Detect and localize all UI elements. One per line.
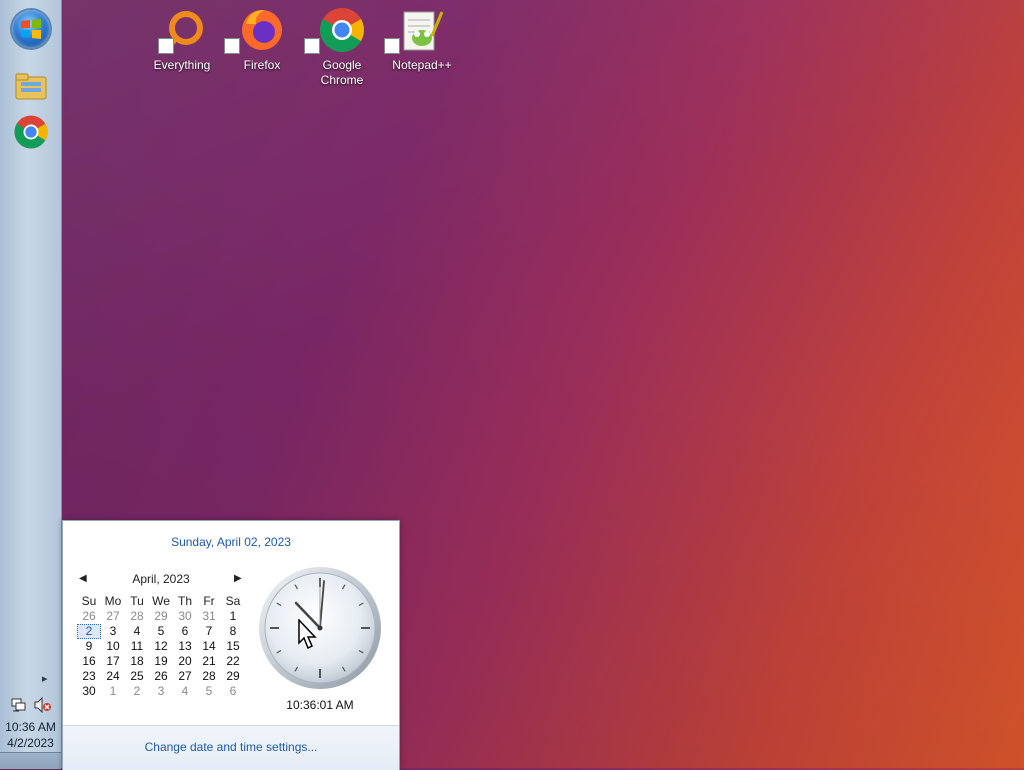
calendar-day[interactable]: 11 [125, 639, 149, 654]
shortcut-arrow-icon [158, 38, 174, 54]
calendar-day[interactable]: 26 [77, 609, 101, 624]
calendar-day[interactable]: 20 [173, 654, 197, 669]
weekday-label: We [152, 594, 170, 608]
calendar-day[interactable]: 18 [125, 654, 149, 669]
desktop-icon-firefox[interactable]: Firefox [222, 6, 302, 92]
calendar-day[interactable]: 4 [173, 684, 197, 699]
calendar-day[interactable]: 12 [149, 639, 173, 654]
long-date-link[interactable]: Sunday, April 02, 2023 [63, 535, 399, 549]
notepadpp-icon [398, 6, 446, 54]
calendar-day[interactable]: 16 [77, 654, 101, 669]
next-month-icon[interactable]: ▶ [234, 573, 242, 584]
weekday-label: Sa [225, 594, 241, 608]
calendar-day[interactable]: 30 [77, 684, 101, 699]
show-desktop-button[interactable] [0, 752, 61, 769]
flyout-footer: Change date and time settings... [63, 725, 399, 770]
calendar-day[interactable]: 8 [221, 624, 245, 639]
calendar-week-row: 2345678 [77, 624, 247, 639]
calendar-day[interactable]: 31 [197, 609, 221, 624]
calendar-day[interactable]: 19 [149, 654, 173, 669]
calendar-week-row: 30 1 2 3 4 5 6 [77, 684, 247, 699]
mouse-cursor-icon [298, 618, 318, 651]
calendar-week-row: 26 27 28 29 30 31 1 [77, 609, 247, 624]
calendar-month-label[interactable]: April, 2023 [103, 572, 219, 586]
calendar-day[interactable]: 5 [197, 684, 221, 699]
desktop-icon-label: Everything [153, 58, 211, 72]
calendar-day[interactable]: 7 [197, 624, 221, 639]
analog-clock [257, 565, 383, 691]
calendar-day[interactable]: 21 [197, 654, 221, 669]
weekday-label: Th [177, 594, 192, 608]
show-hidden-icons-chevron-icon[interactable]: ▸ [42, 672, 54, 686]
calendar-week-row: 23 24 25 26 27 28 29 [77, 669, 247, 684]
shortcut-arrow-icon [224, 38, 240, 54]
calendar-day[interactable]: 17 [101, 654, 125, 669]
weekday-label: Fr [203, 594, 215, 608]
calendar-day[interactable]: 29 [221, 669, 245, 684]
desktop-icon-label: Firefox [243, 58, 281, 72]
tray-clock-date[interactable]: 4/2/2023 [0, 735, 61, 751]
chrome-icon [318, 6, 366, 54]
date-time-flyout: Sunday, April 02, 2023 ◀ April, 2023 ▶ S… [62, 520, 400, 770]
taskbar-file-explorer[interactable] [13, 68, 49, 104]
calendar-day[interactable]: 26 [149, 669, 173, 684]
calendar-week-row: 16 17 18 19 20 21 22 [77, 654, 247, 669]
calendar-day[interactable]: 25 [125, 669, 149, 684]
desktop-icon-label: Google Chrome [320, 58, 364, 87]
shortcut-arrow-icon [304, 38, 320, 54]
calendar-day[interactable]: 2 [125, 684, 149, 699]
calendar-day[interactable]: 5 [149, 624, 173, 639]
shortcut-arrow-icon [384, 38, 400, 54]
volume-muted-icon[interactable] [34, 696, 52, 714]
file-explorer-icon [15, 73, 47, 100]
calendar-day[interactable]: 9 [77, 639, 101, 654]
calendar-day[interactable]: 6 [221, 684, 245, 699]
weekday-label: Su [81, 594, 97, 608]
calendar-day[interactable]: 1 [101, 684, 125, 699]
weekday-label: Mo [104, 594, 122, 608]
windows-logo-icon [21, 19, 41, 39]
calendar-day[interactable]: 1 [221, 609, 245, 624]
taskbar: ▸ 10:36 AM 4/2/2023 [0, 0, 62, 769]
network-icon[interactable] [10, 697, 28, 713]
desktop-icon-notepadpp[interactable]: Notepad++ [382, 6, 462, 92]
calendar-day[interactable]: 10 [101, 639, 125, 654]
chrome-icon [14, 115, 48, 149]
calendar-day[interactable]: 13 [173, 639, 197, 654]
start-button[interactable] [12, 10, 50, 48]
change-date-time-settings-link[interactable]: Change date and time settings... [63, 740, 399, 754]
calendar-day[interactable]: 15 [221, 639, 245, 654]
calendar-day[interactable]: 29 [149, 609, 173, 624]
previous-month-icon[interactable]: ◀ [79, 573, 87, 584]
calendar-day[interactable]: 4 [125, 624, 149, 639]
calendar-day[interactable]: 27 [173, 669, 197, 684]
calendar-day[interactable]: 28 [197, 669, 221, 684]
digital-clock-time: 10:36:01 AM [286, 698, 354, 712]
calendar-day[interactable]: 30 [173, 609, 197, 624]
calendar-day[interactable]: 14 [197, 639, 221, 654]
calendar-day[interactable]: 3 [149, 684, 173, 699]
calendar-day[interactable]: 22 [221, 654, 245, 669]
calendar-week-row: 9 10 11 12 13 14 15 [77, 639, 247, 654]
firefox-icon [238, 6, 286, 54]
weekday-label: Tu [130, 594, 144, 608]
calendar-day[interactable]: 27 [101, 609, 125, 624]
calendar-day-today[interactable]: 2 [77, 624, 101, 639]
calendar-grid: Su Mo Tu We Th Fr Sa 26 27 28 29 30 31 1 2 3 4 5 6 7 8 9 10 11 1… [77, 594, 247, 699]
desktop-icon-label: Notepad++ [392, 58, 452, 72]
weekday-header-row: Su Mo Tu We Th Fr Sa [77, 594, 247, 609]
desktop-icon-everything[interactable]: Everything [142, 6, 222, 92]
calendar-day[interactable]: 23 [77, 669, 101, 684]
calendar-day[interactable]: 28 [125, 609, 149, 624]
calendar-day[interactable]: 6 [173, 624, 197, 639]
taskbar-chrome[interactable] [13, 114, 49, 150]
tray-clock-time[interactable]: 10:36 AM [0, 719, 61, 735]
calendar-day[interactable]: 24 [101, 669, 125, 684]
calendar-day[interactable]: 3 [101, 624, 125, 639]
desktop-icon-chrome[interactable]: Google Chrome [302, 6, 382, 102]
